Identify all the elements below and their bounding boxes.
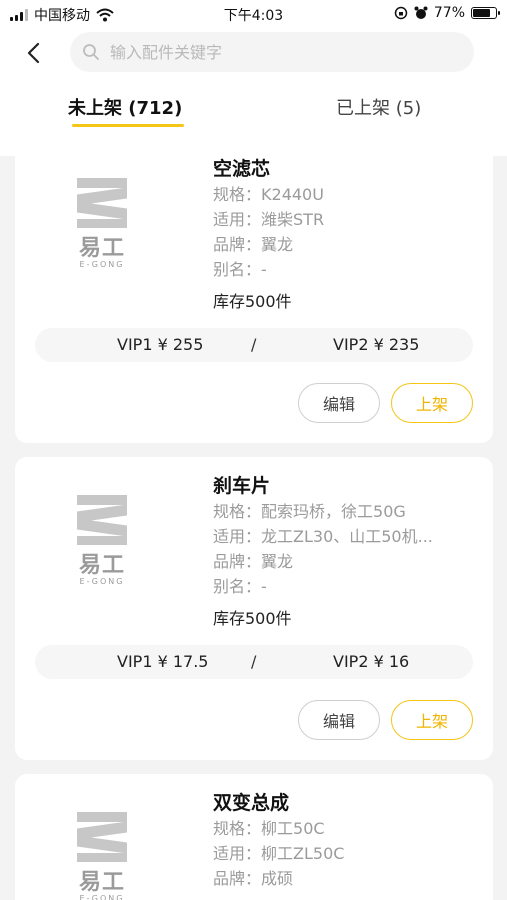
battery-icon (471, 7, 500, 19)
logo-subtitle: E-GONG (79, 577, 125, 586)
apply-label: 适用： (213, 527, 262, 546)
spec-row: 规格：配索玛桥，徐工50G (213, 499, 433, 524)
alias-value: - (261, 577, 267, 596)
product-info: 刹车片 规格：配索玛桥，徐工50G 适用：龙工ZL30、山工50机... 品牌：… (213, 471, 433, 629)
logo-subtitle: E-GONG (79, 260, 125, 269)
tab-listed[interactable]: 已上架 (5) (336, 94, 421, 120)
logo-mark: 易工 (78, 236, 125, 261)
product-logo: 易工 E-GONG (71, 812, 133, 900)
apply-row: 适用：潍柴STR (213, 207, 324, 232)
brand-value: 翼龙 (261, 235, 294, 254)
apply-value: 潍柴STR (261, 210, 325, 229)
chevron-left-icon (27, 42, 40, 64)
spec-label: 规格： (213, 502, 262, 521)
apply-row: 适用：柳工ZL50C (213, 841, 344, 866)
status-right: 77% (394, 5, 500, 21)
spec-value: 配索玛桥，徐工50G (261, 502, 406, 521)
alias-value: - (261, 260, 267, 279)
brand-value: 成硕 (261, 869, 294, 888)
apply-label: 适用： (213, 844, 262, 863)
product-logo: 易工 E-GONG (71, 178, 133, 269)
apply-value: 龙工ZL30、山工50机... (261, 527, 433, 546)
price-separator: / (251, 652, 257, 671)
battery-percent: 77% (433, 5, 465, 21)
product-name: 刹车片 (213, 475, 271, 497)
price-separator: / (251, 335, 257, 354)
price-bar: VIP1 ¥ 17.5 / VIP2 ¥ 16 (35, 645, 473, 679)
logo-mark: 易工 (78, 553, 125, 578)
brand-row: 品牌：翼龙 (213, 549, 433, 574)
brand-value: 翼龙 (261, 552, 294, 571)
spec-label: 规格： (213, 185, 262, 204)
alias-row: 别名：- (213, 257, 324, 282)
price-bar: VIP1 ¥ 255 / VIP2 ¥ 235 (35, 328, 473, 362)
back-button[interactable] (18, 38, 48, 68)
spec-value: 柳工50C (261, 819, 325, 838)
vip2-price: VIP2 ¥ 16 (333, 652, 410, 671)
product-name: 空滤芯 (213, 158, 271, 180)
product-info: 空滤芯 规格：K2440U 适用：潍柴STR 品牌：翼龙 别名：- 库存500件 (213, 154, 324, 312)
alias-label: 别名： (213, 260, 262, 279)
search-input[interactable] (110, 42, 450, 62)
product-name: 双变总成 (213, 792, 290, 814)
apply-value: 柳工ZL50C (261, 844, 345, 863)
brand-label: 品牌： (213, 869, 262, 888)
spec-label: 规格： (213, 819, 262, 838)
product-card[interactable]: 易工 E-GONG 空滤芯 规格：K2440U 适用：潍柴STR 品牌：翼龙 别… (15, 140, 493, 443)
brand-label: 品牌： (213, 235, 262, 254)
product-card[interactable]: 易工 E-GONG 刹车片 规格：配索玛桥，徐工50G 适用：龙工ZL30、山工… (15, 457, 493, 760)
shelve-button[interactable]: 上架 (391, 383, 473, 423)
vip1-price: VIP1 ¥ 255 (117, 335, 204, 354)
search-bar[interactable] (70, 32, 474, 72)
stock-text: 库存500件 (213, 292, 292, 311)
tab-bar: 未上架 (712) 已上架 (5) (0, 90, 507, 130)
product-card[interactable]: 易工 E-GONG 双变总成 规格：柳工50C 适用：柳工ZL50C 品牌：成硕 (15, 774, 493, 900)
edit-button[interactable]: 编辑 (298, 700, 380, 740)
alias-row: 别名：- (213, 574, 433, 599)
tab-unlisted[interactable]: 未上架 (712) (68, 94, 182, 120)
shelve-button[interactable]: 上架 (391, 700, 473, 740)
brand-row: 品牌：成硕 (213, 866, 344, 891)
header: 未上架 (712) 已上架 (5) (0, 28, 507, 156)
logo-mark: 易工 (78, 870, 125, 895)
logo-subtitle: E-GONG (79, 894, 125, 900)
spec-row: 规格：K2440U (213, 182, 324, 207)
active-tab-indicator (72, 124, 184, 127)
lock-rotation-icon (394, 6, 408, 20)
vip1-price: VIP1 ¥ 17.5 (117, 652, 209, 671)
status-bar: 中国移动 下午4:03 77% (0, 0, 507, 28)
product-info: 双变总成 规格：柳工50C 适用：柳工ZL50C 品牌：成硕 (213, 788, 344, 891)
spec-row: 规格：柳工50C (213, 816, 344, 841)
apply-row: 适用：龙工ZL30、山工50机... (213, 524, 433, 549)
vip2-price: VIP2 ¥ 235 (333, 335, 420, 354)
brand-row: 品牌：翼龙 (213, 232, 324, 257)
search-icon (83, 44, 99, 60)
edit-button[interactable]: 编辑 (298, 383, 380, 423)
stock-text: 库存500件 (213, 609, 292, 628)
alarm-icon (414, 6, 428, 19)
product-logo: 易工 E-GONG (71, 495, 133, 586)
spec-value: K2440U (261, 185, 324, 204)
apply-label: 适用： (213, 210, 262, 229)
brand-label: 品牌： (213, 552, 262, 571)
alias-label: 别名： (213, 577, 262, 596)
